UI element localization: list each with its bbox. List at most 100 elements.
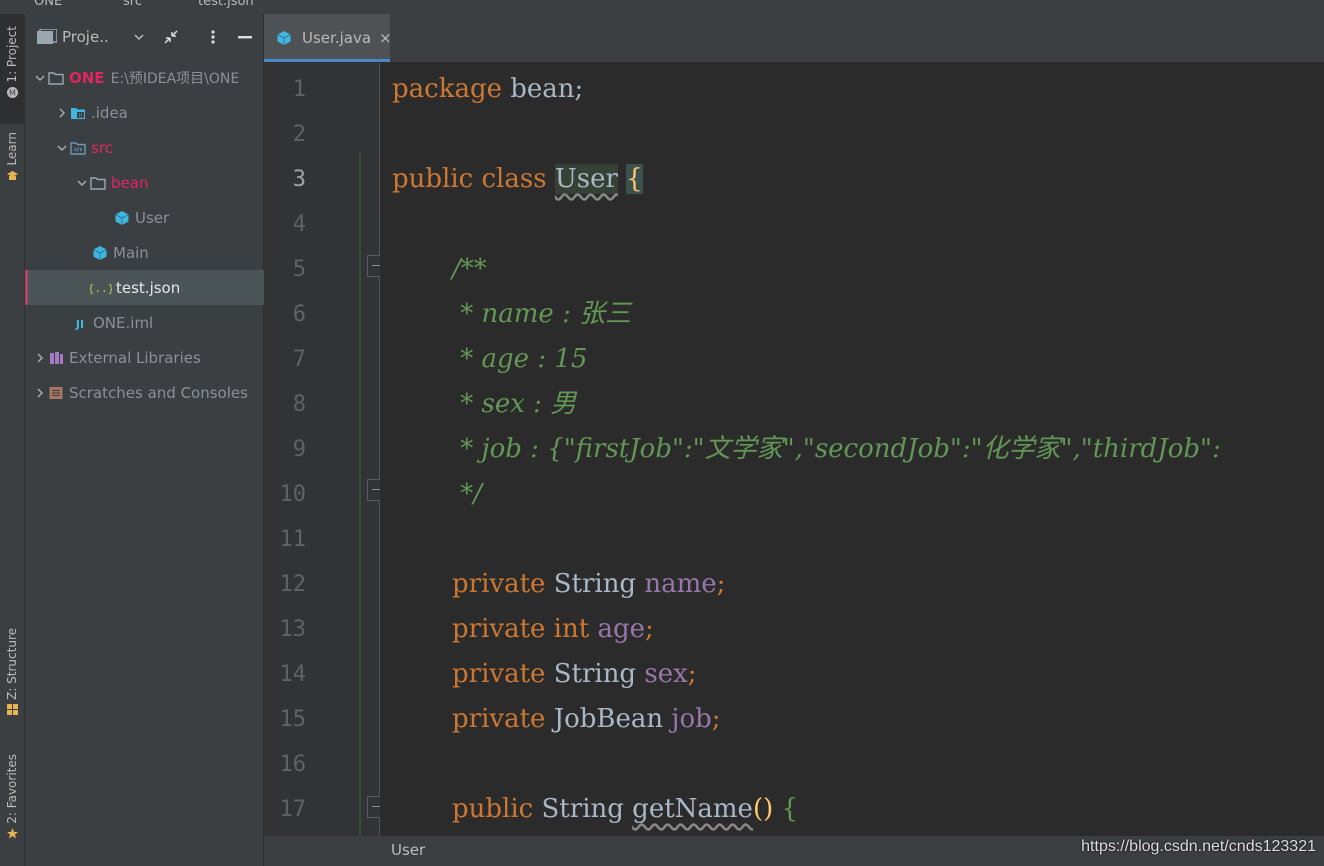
tree-label-src: src (91, 138, 113, 157)
tree-label-idea: .idea (91, 103, 128, 122)
locate-file-icon[interactable] (129, 27, 149, 47)
library-icon (47, 349, 65, 367)
code-line-14: private String sex; (452, 652, 697, 697)
code-type: String (553, 569, 637, 599)
project-tool-icon: M (5, 86, 19, 100)
method-name: getName (632, 794, 753, 824)
code-semicolon: ; (644, 614, 654, 644)
star-icon (5, 827, 19, 841)
code-keyword: public class (392, 164, 547, 194)
chevron-right-icon[interactable] (33, 387, 47, 398)
line-number: 2 (292, 122, 306, 147)
line-number: 5 (292, 257, 306, 282)
java-class-icon (91, 244, 109, 262)
favorites-tool-label: 2: Favorites (5, 754, 19, 824)
code-type: String (553, 659, 637, 689)
tree-label-main: Main (113, 243, 149, 262)
chevron-down-icon[interactable] (75, 178, 89, 188)
tree-label-project-path: E:\预IDEA项目\ONE (110, 70, 240, 87)
tree-item-scratches[interactable]: Scratches and Consoles (25, 375, 271, 410)
chevron-right-icon[interactable] (33, 352, 47, 363)
code-semicolon: ; (711, 704, 721, 734)
editor-gutter: 1 2 3 4 5 6 7 8 9 10 11 12 13 14 15 16 1… (264, 63, 389, 836)
tool-window-strip: 1: Project M Learn Z: Structure 2: Favor… (0, 14, 25, 866)
code-semicolon: ; (716, 569, 726, 599)
project-tool-tab[interactable]: 1: Project M (0, 14, 24, 124)
code-field: name (644, 569, 717, 599)
code-editor[interactable]: package bean; public class User { /** * … (380, 63, 1324, 836)
structure-tool-tab[interactable]: Z: Structure (0, 628, 24, 738)
hide-panel-icon[interactable] (235, 27, 255, 47)
code-line-12: private String name; (452, 562, 725, 607)
line-number: 4 (292, 212, 306, 237)
code-type: JobBean (553, 704, 664, 734)
tree-label-one-iml: ONE.iml (93, 313, 154, 332)
line-number: 6 (292, 302, 306, 327)
line-number: 17 (279, 797, 307, 822)
line-number: 10 (279, 482, 307, 507)
line-number: 11 (279, 527, 307, 552)
code-line-3: public class User { (392, 157, 643, 202)
editor-tab-label: User.java (302, 29, 372, 47)
code-line-1: package bean; (392, 67, 583, 112)
line-number: 9 (292, 437, 306, 462)
editor-tab-user-java[interactable]: User.java × (264, 14, 392, 62)
tree-item-idea[interactable]: IJ .idea (25, 95, 293, 130)
tree-item-project-root[interactable]: ONE E:\预IDEA项目\ONE (25, 60, 271, 95)
code-keyword: private int (452, 614, 590, 644)
java-class-icon (113, 209, 131, 227)
chevron-right-icon[interactable] (55, 107, 69, 118)
breadcrumb-class[interactable]: User (391, 841, 425, 859)
close-icon[interactable]: × (379, 29, 392, 47)
svg-text:IJ: IJ (79, 113, 82, 119)
line-number: 7 (292, 347, 306, 372)
project-panel: Proje.. ONE E:\预IDEA项目\ONE IJ .idea src … (25, 14, 325, 866)
code-keyword: private (452, 569, 546, 599)
line-number: 16 (279, 752, 307, 777)
code-brace: { (626, 164, 643, 194)
structure-tool-label: Z: Structure (5, 628, 19, 700)
source-folder-icon (69, 139, 87, 157)
learn-tool-icon (5, 169, 19, 183)
code-keyword: private (452, 704, 546, 734)
tree-label-bean: bean (111, 173, 149, 192)
idea-folder-icon: IJ (69, 104, 87, 122)
collapse-all-icon[interactable] (161, 27, 181, 47)
learn-tool-tab[interactable]: Learn (0, 132, 24, 212)
tree-label-external-libraries: External Libraries (69, 348, 201, 367)
chevron-down-icon[interactable] (55, 143, 69, 153)
nav-crumb-project[interactable]: ONE (34, 0, 62, 9)
folder-icon (89, 174, 107, 192)
code-line-7: * age : 15 (452, 344, 588, 374)
more-options-icon[interactable] (203, 27, 223, 47)
chevron-down-icon[interactable] (33, 73, 47, 83)
code-field: age (597, 614, 645, 644)
java-class-icon (276, 29, 292, 47)
favorites-tool-tab[interactable]: 2: Favorites (0, 754, 24, 854)
project-view-selector[interactable]: Proje.. (62, 28, 109, 46)
code-field: sex (644, 659, 688, 689)
code-line-13: private int age; (452, 607, 654, 652)
navigation-bar: ONE src test.json (0, 0, 1324, 14)
scope-guide (359, 152, 361, 836)
tree-item-external-libraries[interactable]: External Libraries (25, 340, 271, 375)
iml-file-icon: JI (71, 314, 89, 332)
watermark-url: https://blog.csdn.net/cnds123321 (1081, 838, 1316, 855)
nav-crumb-src[interactable]: src (123, 0, 142, 9)
code-field: job (671, 704, 712, 734)
structure-tool-icon (5, 703, 19, 717)
code-type: String (541, 794, 624, 824)
line-number: 13 (279, 617, 307, 642)
class-name: User (554, 164, 618, 194)
code-line-17: public String getName() { (452, 787, 798, 832)
json-file-icon: {..} (90, 279, 112, 297)
code-keyword: private (452, 659, 546, 689)
tree-item-src[interactable]: src (25, 130, 293, 165)
code-semicolon: ; (687, 659, 697, 689)
learn-tool-label: Learn (5, 132, 19, 166)
nav-crumb-file[interactable]: test.json (198, 0, 254, 9)
code-line-5: /** (452, 254, 487, 284)
tree-label-scratches: Scratches and Consoles (69, 383, 248, 402)
line-number: 3 (292, 167, 306, 192)
code-line-10: */ (452, 479, 483, 509)
